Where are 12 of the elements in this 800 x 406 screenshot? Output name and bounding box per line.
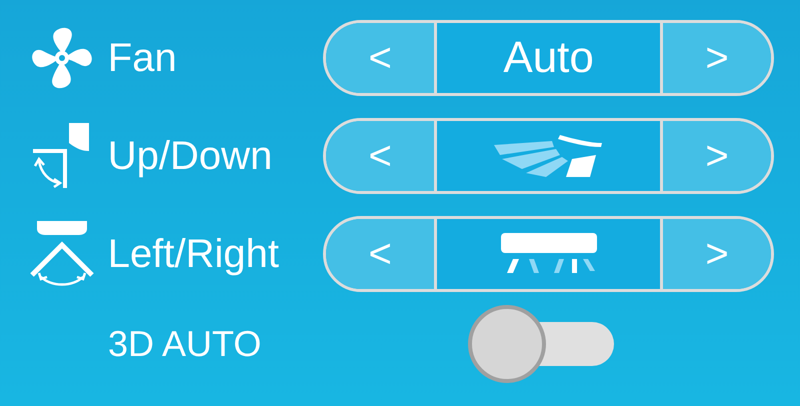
previous-button[interactable]: < [326, 121, 434, 191]
setting-label: Up/Down [108, 136, 274, 176]
next-button[interactable]: > [663, 23, 771, 93]
toggle-label: 3D AUTO [108, 326, 262, 362]
previous-button[interactable]: < [326, 23, 434, 93]
setting-label: Fan [108, 38, 178, 78]
previous-button[interactable]: < [326, 219, 434, 289]
fan-speed-value: Auto [503, 36, 594, 80]
next-button[interactable]: > [663, 219, 771, 289]
next-button[interactable]: > [663, 121, 771, 191]
setting-label: Left/Right [108, 234, 280, 274]
vertical-airflow-icon [494, 133, 604, 179]
